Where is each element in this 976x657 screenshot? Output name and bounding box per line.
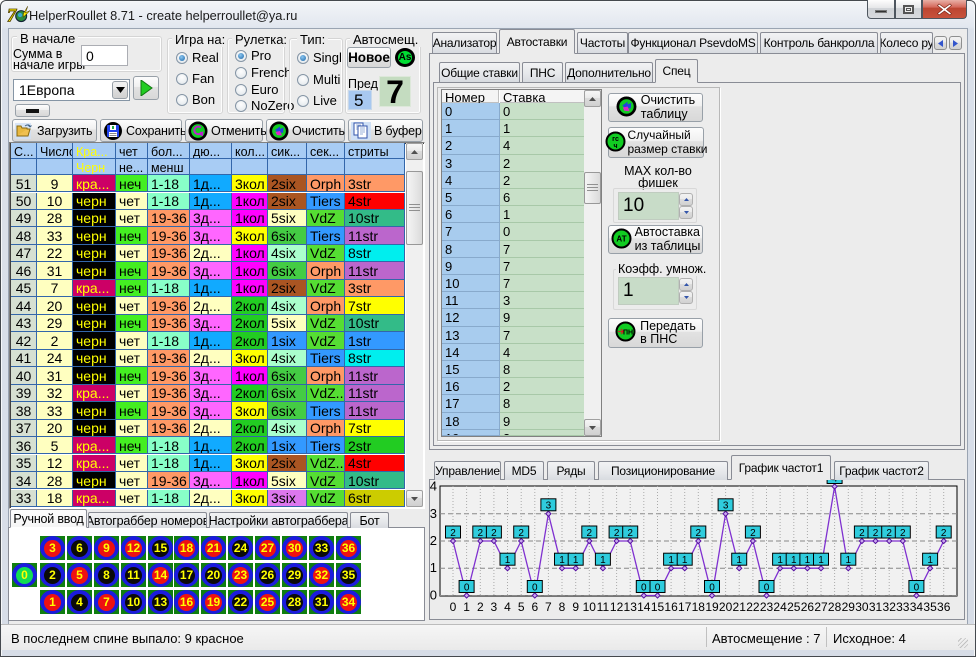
svg-text:3: 3 — [491, 600, 498, 614]
svg-text:7: 7 — [545, 600, 552, 614]
svg-text:3: 3 — [723, 501, 729, 512]
svg-text:2: 2 — [614, 528, 620, 539]
svg-text:27: 27 — [814, 600, 828, 614]
svg-text:2: 2 — [587, 528, 593, 539]
svg-text:1: 1 — [573, 555, 579, 566]
svg-text:2: 2 — [886, 528, 892, 539]
svg-text:1: 1 — [463, 600, 470, 614]
svg-text:18: 18 — [692, 600, 706, 614]
svg-text:14: 14 — [637, 600, 651, 614]
svg-text:2: 2 — [859, 528, 865, 539]
svg-text:30: 30 — [855, 600, 869, 614]
svg-text:0: 0 — [709, 582, 715, 593]
svg-text:10: 10 — [583, 600, 597, 614]
svg-text:1: 1 — [805, 555, 811, 566]
svg-text:2: 2 — [430, 533, 437, 548]
svg-text:0: 0 — [764, 582, 770, 593]
svg-text:21: 21 — [733, 600, 747, 614]
svg-text:2: 2 — [478, 528, 484, 539]
svg-text:36: 36 — [937, 600, 951, 614]
svg-text:2: 2 — [491, 528, 497, 539]
svg-text:15: 15 — [651, 600, 665, 614]
svg-text:5: 5 — [518, 600, 525, 614]
svg-text:1: 1 — [668, 555, 674, 566]
svg-text:24: 24 — [773, 600, 787, 614]
svg-text:23: 23 — [760, 600, 774, 614]
svg-text:11: 11 — [597, 600, 610, 614]
svg-text:1: 1 — [818, 555, 824, 566]
svg-text:0: 0 — [641, 582, 647, 593]
svg-text:1: 1 — [559, 555, 565, 566]
svg-text:2: 2 — [696, 528, 702, 539]
svg-text:гс: гс — [612, 136, 619, 143]
svg-text:29: 29 — [842, 600, 856, 614]
svg-text:1: 1 — [927, 555, 933, 566]
svg-text:2: 2 — [477, 600, 484, 614]
svg-text:2: 2 — [450, 528, 456, 539]
svg-text:АТ: АТ — [616, 234, 626, 243]
svg-text:35: 35 — [923, 600, 937, 614]
svg-text:3: 3 — [430, 506, 437, 521]
svg-text:1: 1 — [846, 555, 852, 566]
svg-text:6: 6 — [531, 600, 538, 614]
svg-text:0: 0 — [914, 582, 920, 593]
svg-text:0: 0 — [532, 582, 538, 593]
svg-text:12: 12 — [610, 600, 624, 614]
svg-text:3: 3 — [546, 501, 552, 512]
svg-text:0: 0 — [655, 582, 661, 593]
svg-text:1: 1 — [682, 555, 688, 566]
svg-text:32: 32 — [883, 600, 897, 614]
svg-text:2: 2 — [518, 528, 524, 539]
svg-text:31: 31 — [869, 600, 883, 614]
svg-text:2: 2 — [873, 528, 879, 539]
svg-text:28: 28 — [828, 600, 842, 614]
svg-text:20: 20 — [719, 600, 733, 614]
svg-text:0: 0 — [464, 582, 470, 593]
svg-text:2: 2 — [750, 528, 756, 539]
svg-text:0: 0 — [450, 600, 457, 614]
svg-text:1: 1 — [505, 555, 511, 566]
svg-text:25: 25 — [787, 600, 801, 614]
svg-text:2: 2 — [941, 528, 947, 539]
svg-text:ч: ч — [613, 143, 617, 150]
svg-text:1: 1 — [600, 555, 606, 566]
svg-text:13: 13 — [624, 600, 638, 614]
svg-text:1: 1 — [777, 555, 783, 566]
svg-text:8: 8 — [559, 600, 566, 614]
svg-text:4: 4 — [504, 600, 511, 614]
svg-text:16: 16 — [664, 600, 678, 614]
svg-text:2: 2 — [627, 528, 633, 539]
svg-text:26: 26 — [801, 600, 815, 614]
svg-text:17: 17 — [678, 600, 692, 614]
svg-text:2: 2 — [900, 528, 906, 539]
svg-text:1: 1 — [791, 555, 797, 566]
svg-text:ПН: ПН — [623, 330, 633, 337]
svg-text:4: 4 — [832, 480, 838, 484]
svg-text:22: 22 — [746, 600, 760, 614]
svg-text:19: 19 — [705, 600, 719, 614]
svg-text:1: 1 — [430, 560, 437, 575]
svg-text:1: 1 — [736, 555, 742, 566]
svg-text:9: 9 — [572, 600, 579, 614]
svg-text:33: 33 — [896, 600, 910, 614]
svg-text:34: 34 — [910, 600, 924, 614]
svg-text:0: 0 — [430, 588, 437, 603]
svg-text:4: 4 — [430, 480, 437, 494]
